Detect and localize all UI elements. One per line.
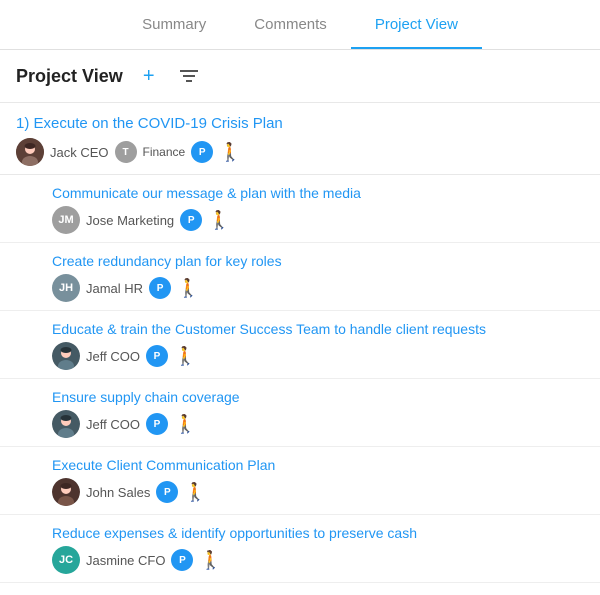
walk-icon: 🚶	[174, 415, 196, 433]
avatar	[52, 410, 80, 438]
walk-icon: 🚶	[177, 279, 199, 297]
walk-icon: 🚶	[184, 483, 206, 501]
project-assignees: Jack CEO T Finance P 🚶	[16, 138, 584, 166]
subtask-assignees: Jeff COO P 🚶	[52, 410, 584, 438]
add-button[interactable]: +	[135, 62, 163, 90]
avatar: JM	[52, 206, 80, 234]
subtask-title[interactable]: Create redundancy plan for key roles	[52, 253, 584, 269]
subtask-row: Execute Client Communication Plan John S…	[0, 447, 600, 515]
walk-icon: 🚶	[208, 211, 230, 229]
page-header: Project View +	[0, 50, 600, 103]
subtask-assignees: JM Jose Marketing P 🚶	[52, 206, 584, 234]
badge-p: P	[191, 141, 213, 163]
project-title[interactable]: 1) Execute on the COVID-19 Crisis Plan	[16, 115, 584, 132]
assignee-name: Jeff COO	[86, 349, 140, 364]
subtask-row: Ensure supply chain coverage Jeff COO P …	[0, 379, 600, 447]
walk-icon: 🚶	[199, 551, 221, 569]
subtask-row: Educate & train the Customer Success Tea…	[0, 311, 600, 379]
avatar-image	[52, 342, 80, 370]
page-title: Project View	[16, 66, 123, 87]
assignee-name: John Sales	[86, 485, 150, 500]
subtask-title[interactable]: Execute Client Communication Plan	[52, 457, 584, 473]
subtask-row: Communicate our message & plan with the …	[0, 175, 600, 243]
subtask-title[interactable]: Ensure supply chain coverage	[52, 389, 584, 405]
badge-p: P	[146, 345, 168, 367]
avatar-image	[52, 478, 80, 506]
badge-p: P	[180, 209, 202, 231]
walk-icon: 🚶	[219, 143, 241, 161]
project-row: 1) Execute on the COVID-19 Crisis Plan J…	[0, 103, 600, 175]
subtask-title[interactable]: Communicate our message & plan with the …	[52, 185, 584, 201]
assignee-name: Jamal HR	[86, 281, 143, 296]
avatar-image	[16, 138, 44, 166]
walk-icon: 🚶	[174, 347, 196, 365]
tab-comments[interactable]: Comments	[230, 2, 351, 49]
filter-icon	[180, 69, 198, 83]
avatar	[16, 138, 44, 166]
avatar: JC	[52, 546, 80, 574]
tab-project-view[interactable]: Project View	[351, 2, 482, 49]
subtask-assignees: Jeff COO P 🚶	[52, 342, 584, 370]
badge-p: P	[156, 481, 178, 503]
avatar: JH	[52, 274, 80, 302]
tab-bar: Summary Comments Project View	[0, 0, 600, 50]
assignee-name: Jose Marketing	[86, 213, 174, 228]
badge-t: T	[115, 141, 137, 163]
avatar	[52, 478, 80, 506]
avatar-image	[52, 410, 80, 438]
avatar	[52, 342, 80, 370]
badge-p: P	[146, 413, 168, 435]
assignee-name: Jack CEO	[50, 145, 109, 160]
badge-p: P	[171, 549, 193, 571]
subtask-assignees: John Sales P 🚶	[52, 478, 584, 506]
finance-label: Finance	[143, 145, 186, 159]
assignee-name: Jeff COO	[86, 417, 140, 432]
subtask-row: Create redundancy plan for key roles JH …	[0, 243, 600, 311]
assignee-name: Jasmine CFO	[86, 553, 165, 568]
filter-button[interactable]	[175, 62, 203, 90]
subtask-assignees: JH Jamal HR P 🚶	[52, 274, 584, 302]
subtask-title[interactable]: Reduce expenses & identify opportunities…	[52, 525, 584, 541]
subtask-title[interactable]: Educate & train the Customer Success Tea…	[52, 321, 584, 337]
subtask-row: Reduce expenses & identify opportunities…	[0, 515, 600, 583]
tab-summary[interactable]: Summary	[118, 2, 230, 49]
subtask-assignees: JC Jasmine CFO P 🚶	[52, 546, 584, 574]
badge-p: P	[149, 277, 171, 299]
